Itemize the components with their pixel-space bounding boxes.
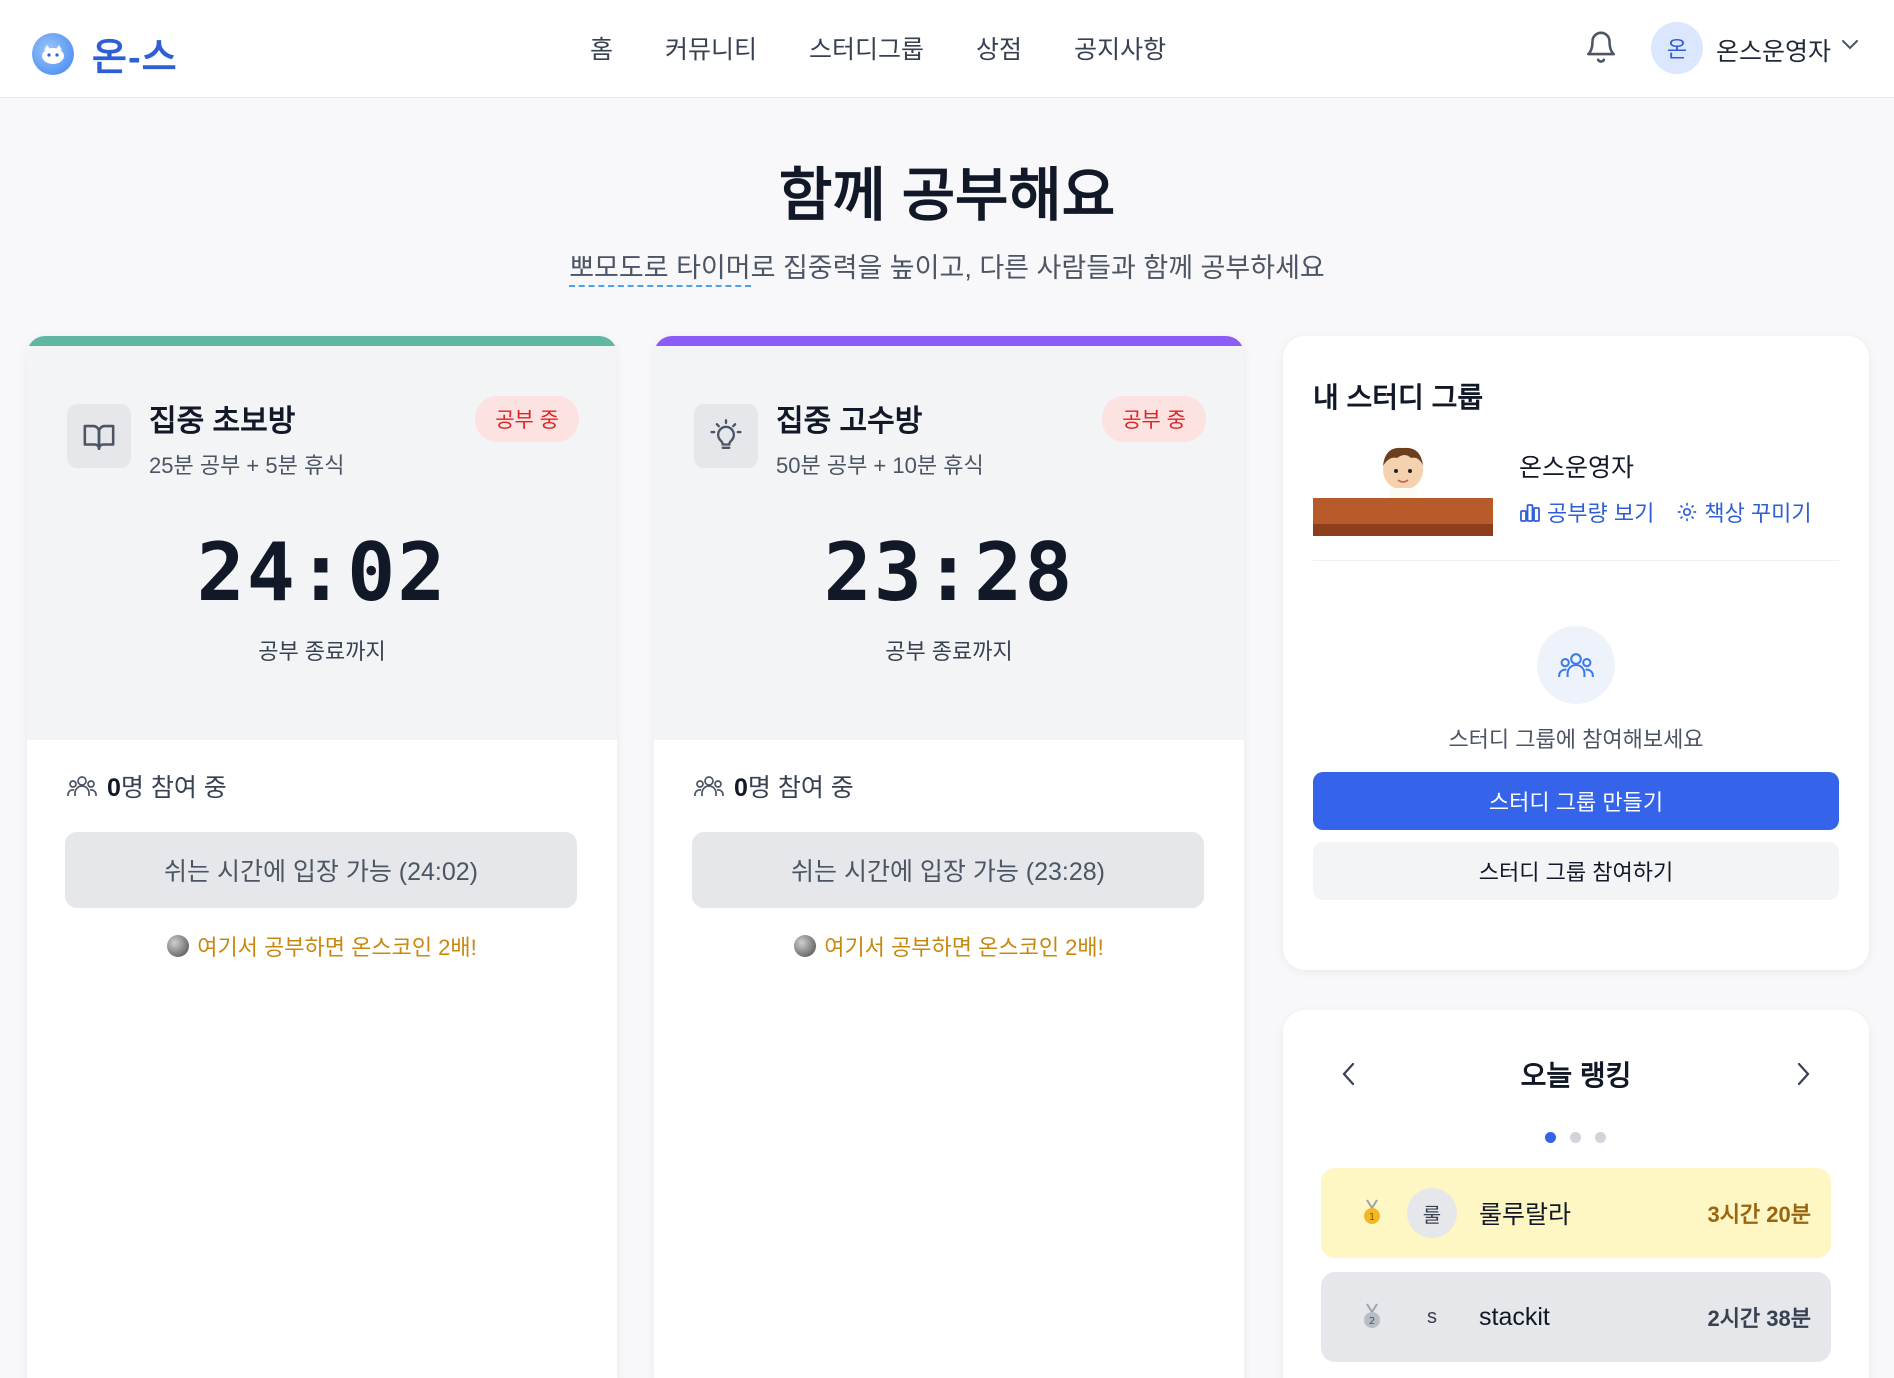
- study-group-panel: 내 스터디 그룹 온스운영자 공부량 보기 책상 꾸미기 스터디 그룹에 참여해…: [1283, 336, 1869, 970]
- join-group-button[interactable]: 스터디 그룹 참여하기: [1313, 842, 1839, 900]
- room-name: 집중 초보방: [149, 405, 296, 438]
- create-group-button[interactable]: 스터디 그룹 만들기: [1313, 772, 1839, 830]
- timer-label: 공부 종료까지: [258, 639, 386, 664]
- user-name[interactable]: 온스운영자: [1716, 32, 1831, 68]
- participant-count: 0명 참여 중: [67, 768, 227, 804]
- top-header: 온-스 홈 커뮤니티 스터디그룹 상점 공지사항 온 온스운영자: [0, 0, 1894, 98]
- ranking-row[interactable]: 2 s stackit 2시간 38분: [1321, 1272, 1831, 1362]
- enter-room-button[interactable]: 쉬는 시간에 입장 가능 (24:02): [65, 832, 577, 908]
- chevron-right-icon[interactable]: [1791, 1060, 1815, 1088]
- group-icon-circle: [1537, 626, 1615, 704]
- logo-mascot-icon: [32, 32, 74, 75]
- room-accent-bar: [27, 336, 617, 346]
- ranking-panel: 오늘 랭킹 1 룰 룰루랄라 3시간 20분 2 s stackit 2시간 3…: [1283, 1010, 1869, 1378]
- decorate-desk-link[interactable]: 책상 꾸미기: [1676, 496, 1812, 528]
- enter-room-button[interactable]: 쉬는 시간에 입장 가능 (23:28): [692, 832, 1204, 908]
- nav-study-group[interactable]: 스터디그룹: [809, 30, 924, 66]
- ranking-time: 2시간 38분: [1707, 1306, 1811, 1331]
- users-icon: [694, 776, 724, 796]
- room-name: 집중 고수방: [776, 405, 923, 438]
- group-user-links: 공부량 보기 책상 꾸미기: [1519, 496, 1812, 528]
- participant-number: 0: [107, 774, 121, 802]
- logo-text: 온-스: [92, 37, 178, 79]
- decorate-desk-label: 책상 꾸미기: [1704, 501, 1812, 526]
- room-icon-box: [67, 404, 131, 468]
- room-accent-bar: [654, 336, 1244, 346]
- nav-shop[interactable]: 상점: [976, 30, 1022, 66]
- nav-home[interactable]: 홈: [590, 30, 613, 66]
- carousel-dot[interactable]: [1545, 1132, 1556, 1143]
- nav-notice[interactable]: 공지사항: [1074, 30, 1166, 66]
- ranking-name: 룰루랄라: [1479, 1201, 1572, 1229]
- users-icon: [67, 776, 97, 796]
- group-user-name: 온스운영자: [1519, 454, 1635, 482]
- lightbulb-icon: [710, 419, 742, 449]
- view-stats-label: 공부량 보기: [1547, 501, 1655, 526]
- participant-suffix: 명 참여 중: [747, 774, 854, 802]
- group-invite-text: 스터디 그룹에 참여해보세요: [1448, 727, 1704, 752]
- avatar: s: [1407, 1292, 1457, 1342]
- status-badge: 공부 중: [475, 396, 579, 442]
- divider: [1313, 560, 1839, 561]
- room-timer: 24:02: [196, 526, 448, 619]
- carousel-dot[interactable]: [1595, 1132, 1606, 1143]
- main-nav: 홈 커뮤니티 스터디그룹 상점 공지사항: [590, 30, 1166, 66]
- coin-promo: 여기서 공부하면 온스코인 2배!: [27, 930, 617, 962]
- page-title: 함께 공부해요: [778, 163, 1116, 228]
- coin-icon: [167, 935, 190, 957]
- avatar: 룰: [1407, 1188, 1457, 1238]
- room-description: 25분 공부 + 5분 휴식: [149, 453, 345, 478]
- participant-number: 0: [734, 774, 748, 802]
- room-card-beginner: 집중 초보방 25분 공부 + 5분 휴식 공부 중 24:02 공부 종료까지…: [27, 336, 617, 1378]
- participant-count: 0명 참여 중: [694, 768, 854, 804]
- room-card-expert: 집중 고수방 50분 공부 + 10분 휴식 공부 중 23:28 공부 종료까…: [654, 336, 1244, 1378]
- nav-community[interactable]: 커뮤니티: [665, 30, 757, 66]
- subtitle-highlight: 뽀모도로 타이머: [569, 253, 751, 287]
- subtitle-text: 로 집중력을 높이고, 다른 사람들과 함께 공부하세요: [750, 253, 1325, 283]
- logo[interactable]: 온-스: [32, 26, 178, 81]
- room-header: 집중 초보방 25분 공부 + 5분 휴식 공부 중 24:02 공부 종료까지: [27, 346, 617, 740]
- page-subtitle: 뽀모도로 타이머로 집중력을 높이고, 다른 사람들과 함께 공부하세요: [0, 246, 1894, 287]
- character-desk-illustration: [1313, 447, 1493, 536]
- bell-icon[interactable]: [1584, 28, 1618, 66]
- bar-chart-icon: [1520, 504, 1540, 522]
- svg-text:1: 1: [1369, 1212, 1375, 1223]
- coin-promo-text: 여기서 공부하면 온스코인 2배!: [197, 935, 477, 960]
- ranking-title: 오늘 랭킹: [1520, 1060, 1632, 1091]
- ranking-row[interactable]: 1 룰 룰루랄라 3시간 20분: [1321, 1168, 1831, 1258]
- timer-label: 공부 종료까지: [885, 639, 1013, 664]
- svg-text:2: 2: [1369, 1316, 1375, 1327]
- status-badge: 공부 중: [1102, 396, 1206, 442]
- chevron-down-icon[interactable]: [1840, 38, 1860, 52]
- ranking-name: stackit: [1479, 1302, 1550, 1331]
- book-icon: [83, 424, 115, 451]
- room-icon-box: [694, 404, 758, 468]
- coin-icon: [794, 935, 817, 957]
- carousel-dot[interactable]: [1570, 1132, 1581, 1143]
- gear-icon: [1678, 502, 1697, 522]
- coin-promo-text: 여기서 공부하면 온스코인 2배!: [824, 935, 1104, 960]
- coin-promo: 여기서 공부하면 온스코인 2배!: [654, 930, 1244, 962]
- study-group-title: 내 스터디 그룹: [1313, 382, 1484, 413]
- participant-suffix: 명 참여 중: [120, 774, 227, 802]
- room-description: 50분 공부 + 10분 휴식: [776, 453, 984, 478]
- users-icon: [1558, 653, 1594, 677]
- carousel-dots: [1545, 1132, 1606, 1143]
- gold-medal-icon: 1: [1357, 1199, 1387, 1227]
- view-stats-link[interactable]: 공부량 보기: [1519, 496, 1654, 528]
- ranking-time: 3시간 20분: [1707, 1202, 1811, 1227]
- room-timer: 23:28: [823, 526, 1075, 619]
- room-header: 집중 고수방 50분 공부 + 10분 휴식 공부 중 23:28 공부 종료까…: [654, 346, 1244, 740]
- user-avatar[interactable]: 온: [1651, 22, 1703, 74]
- silver-medal-icon: 2: [1357, 1303, 1387, 1331]
